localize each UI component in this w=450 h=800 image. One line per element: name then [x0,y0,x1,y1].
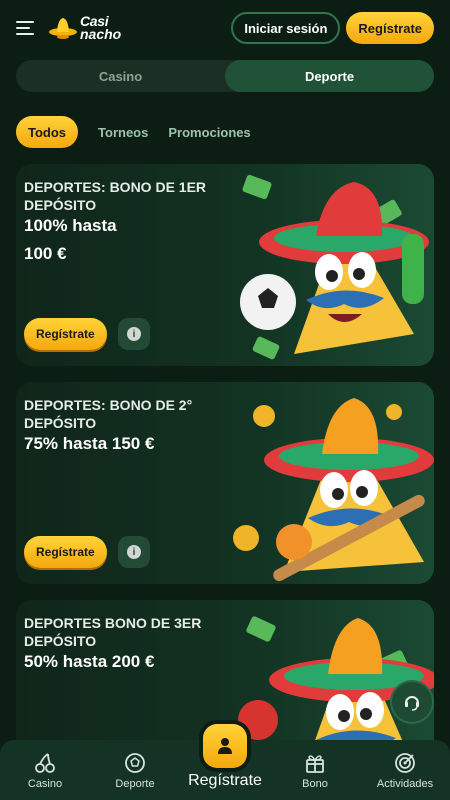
logo-line2: nacho [80,26,122,42]
cherry-icon [35,753,55,773]
promo-title: DEPORTES: BONO DE 2° DEPÓSITO [24,397,193,431]
target-icon [395,753,415,773]
logo[interactable]: Casi nacho [48,14,122,42]
promo-card-1[interactable]: DEPORTES: BONO DE 1ER DEPÓSITO 100% hast… [16,164,434,366]
casino-sport-switch: Casino Deporte [16,60,434,92]
nacho-mascot-baseball-image [233,398,434,582]
nav-label: Casino [27,778,63,790]
promo-info-button[interactable]: i [118,318,150,350]
promo-info-button[interactable]: i [118,536,150,568]
logo-text: Casi nacho [80,14,122,42]
promo-offer: 75% hasta 150 € [24,434,155,453]
filter-promociones[interactable]: Promociones [168,125,250,140]
tab-deporte[interactable]: Deporte [225,60,434,92]
support-chat-button[interactable] [390,680,434,724]
user-icon [218,738,232,754]
promo-register-button[interactable]: Regístrate [24,318,107,350]
nav-label: Actividades [376,778,434,790]
nav-label: Deporte [115,778,155,790]
tab-casino[interactable]: Casino [16,60,225,92]
nav-actividades[interactable]: Actividades [360,752,450,790]
nav-deporte[interactable]: Deporte [90,752,180,790]
filter-torneos[interactable]: Torneos [98,125,148,140]
nav-label: Regístrate [188,772,262,789]
promo-card-2[interactable]: DEPORTES: BONO DE 2° DEPÓSITO 75% hasta … [16,382,434,584]
promo-offer-amount: 100 € [24,244,67,263]
headset-icon [405,696,419,711]
promo-offer: 100% hasta [24,216,117,235]
bottom-navigation: Casino Deporte Regístrate Bono Actividad… [0,724,450,800]
nav-register[interactable]: Regístrate [180,724,270,790]
header: Casi nacho Iniciar sesión Regístrate [0,0,450,56]
nav-label: Bono [302,778,328,790]
info-icon: i [127,327,141,341]
soccer-ball-icon [125,753,145,773]
info-icon: i [127,545,141,559]
register-bubble[interactable] [203,724,247,768]
nacho-mascot-soccer-image [240,174,429,360]
login-button[interactable]: Iniciar sesión [231,12,341,44]
filter-todos[interactable]: Todos [16,116,79,148]
promo-title: DEPORTES: BONO DE 1ER DEPÓSITO [24,179,207,213]
promo-filters: Todos Torneos Promociones [16,116,251,148]
promo-register-button[interactable]: Regístrate [24,536,107,568]
sombrero-logo-icon [49,18,77,39]
nav-casino[interactable]: Casino [0,752,90,790]
menu-icon[interactable] [16,21,36,35]
gift-icon [306,755,324,773]
promo-title: DEPORTES BONO DE 3ER DEPÓSITO [24,615,202,649]
nav-bono[interactable]: Bono [270,752,360,790]
promo-offer: 50% hasta 200 € [24,652,155,671]
register-button[interactable]: Regístrate [346,12,434,44]
